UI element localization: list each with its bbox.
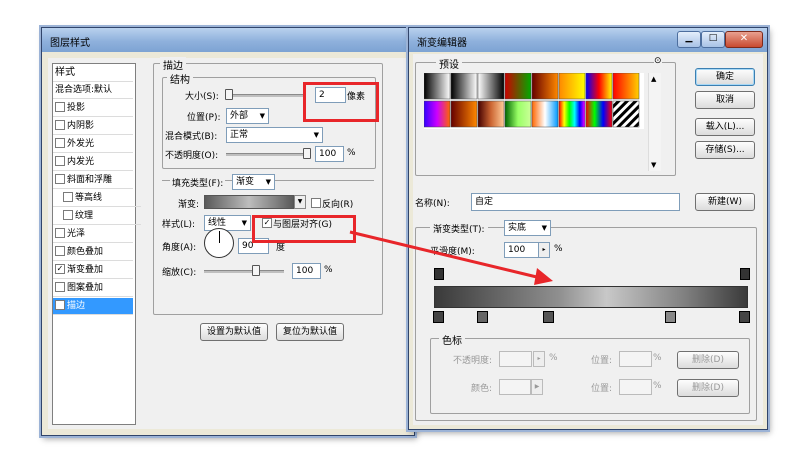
annotation-arrow [349, 230, 553, 285]
